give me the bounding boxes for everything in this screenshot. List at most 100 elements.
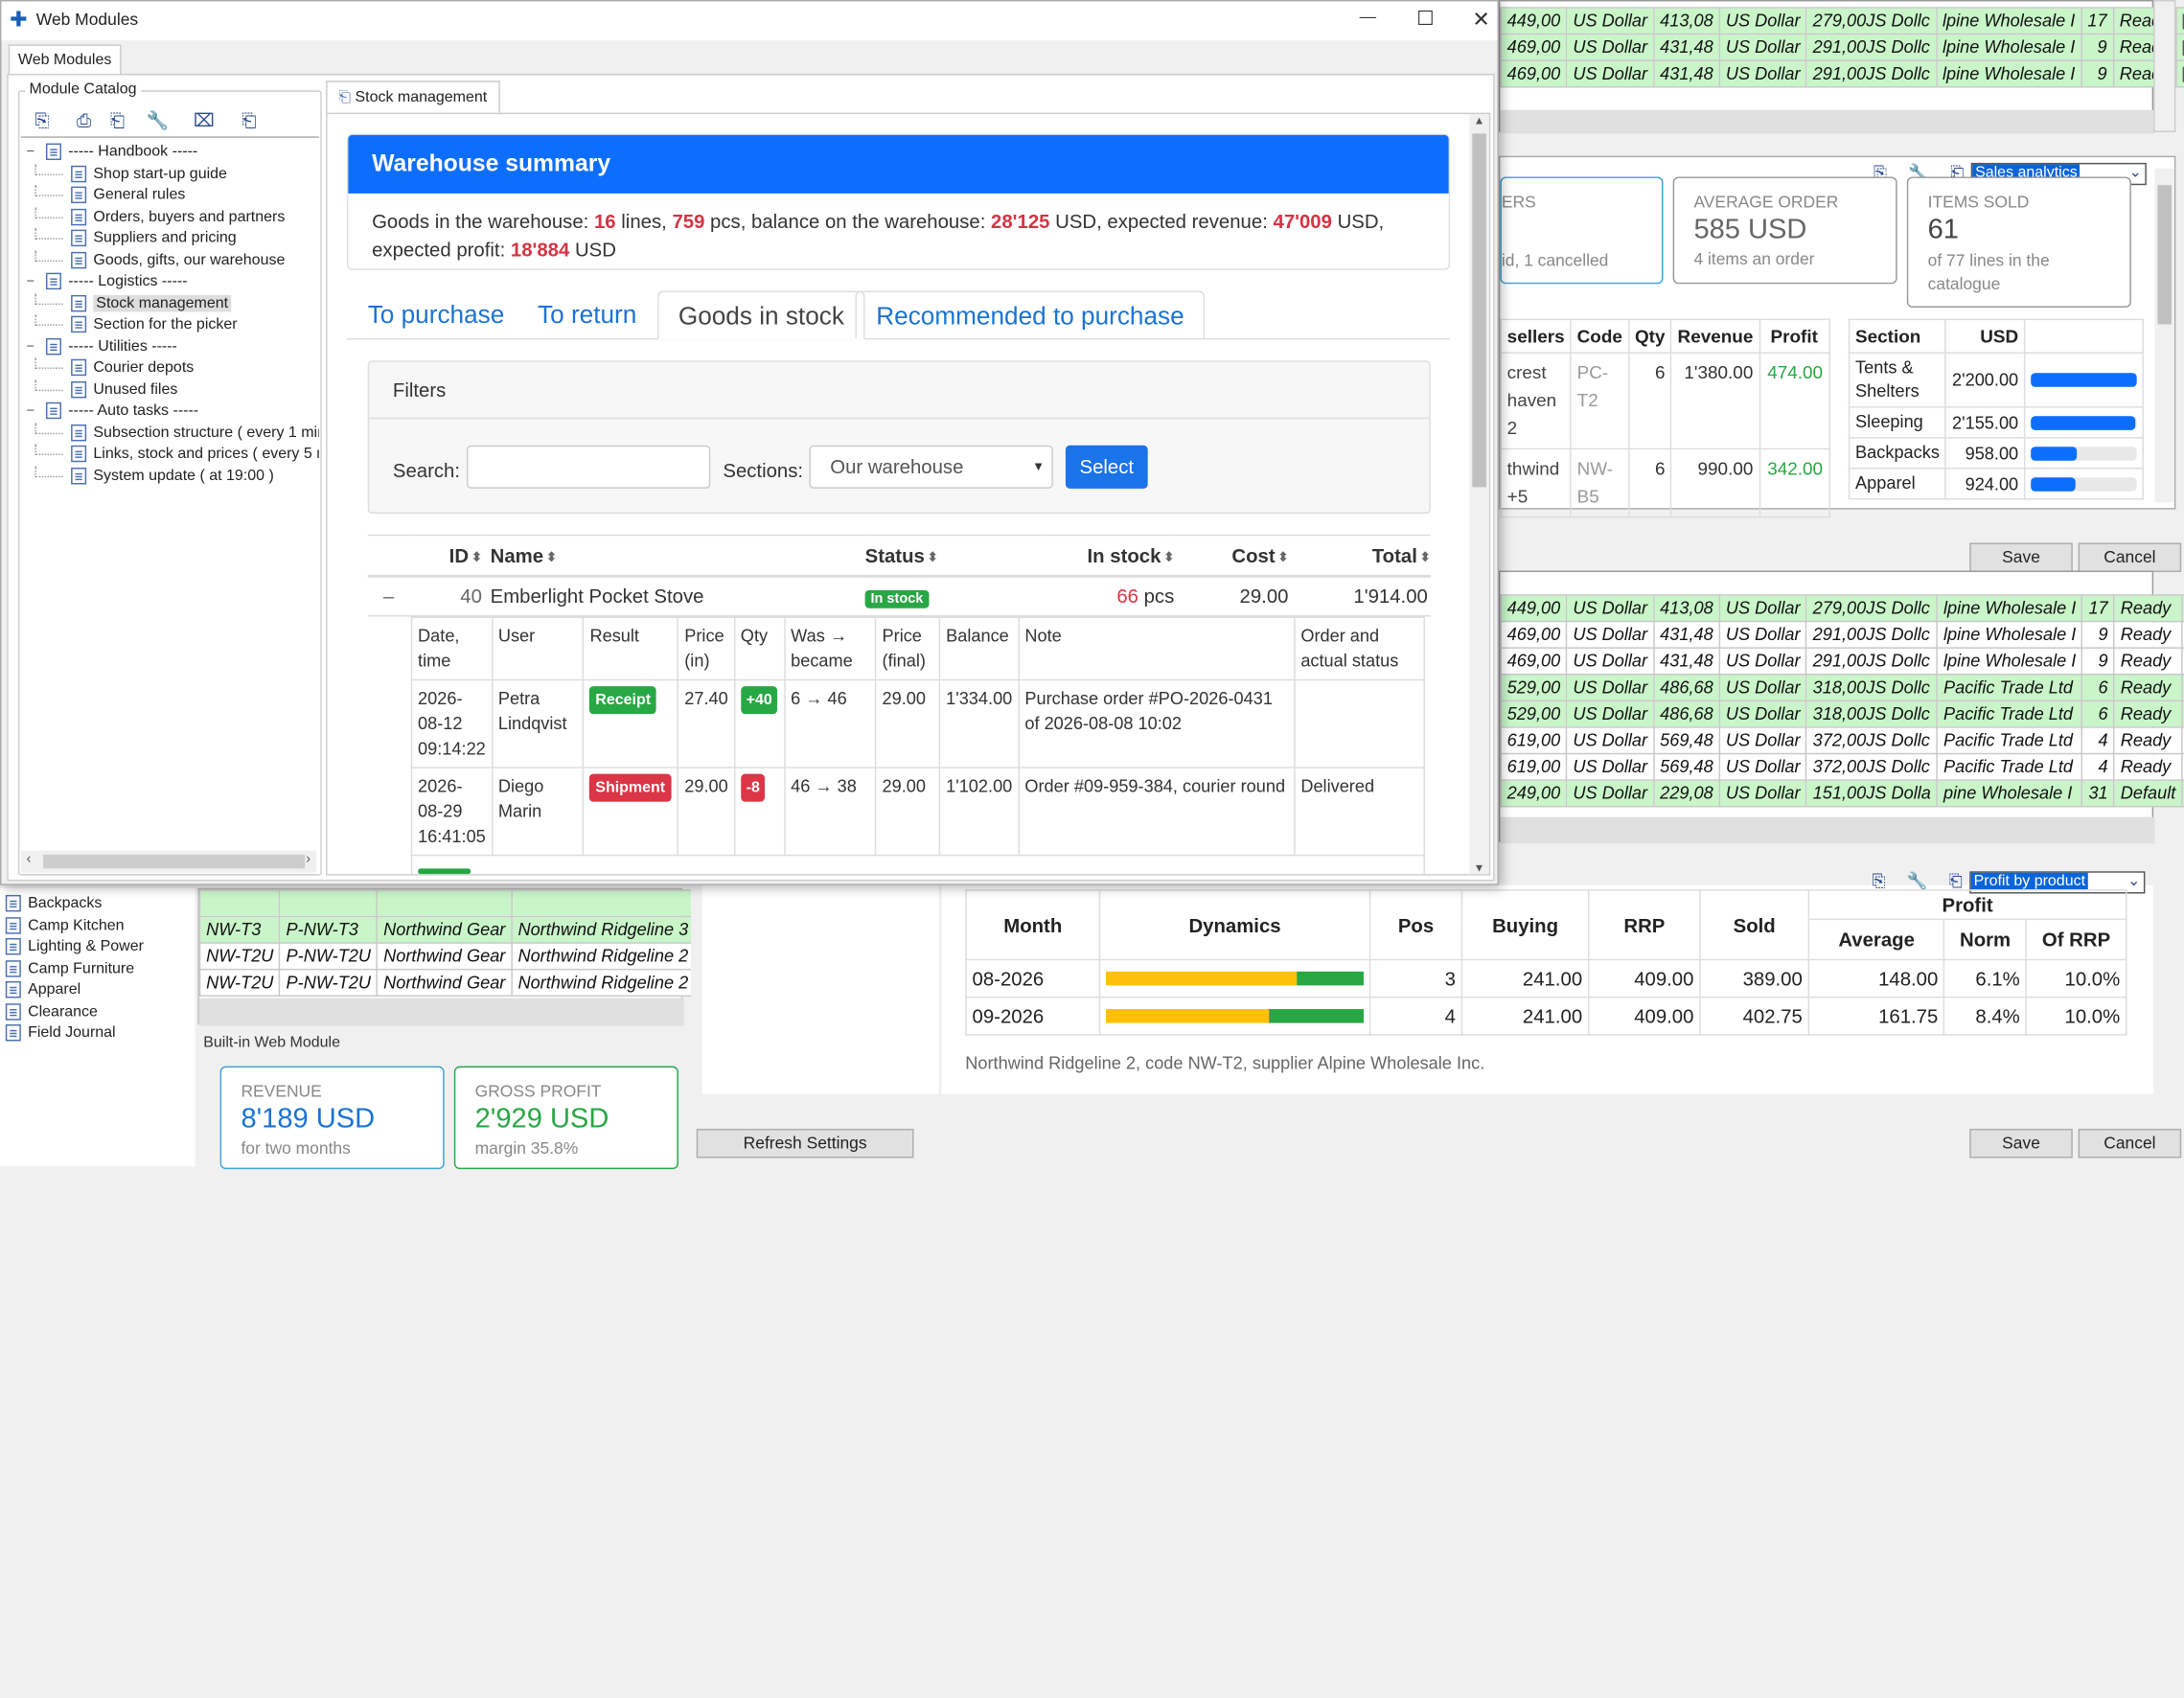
grid-row[interactable]: 619,00 US Dollar 569,48 US Dollar 372,00JS D… (1500, 726, 2184, 755)
document-icon (71, 251, 87, 268)
tree-connector (34, 422, 63, 434)
expand-toggle[interactable]: − (27, 401, 46, 423)
tab-to-return[interactable]: To return (518, 291, 656, 338)
tree-item[interactable]: Goods, gifts, our warehouse (27, 249, 319, 272)
grid-row[interactable]: 529,00 US Dollar 486,68 US Dollar 318,00JS D… (1500, 674, 2184, 702)
scrollbar[interactable] (2153, 0, 2176, 132)
grid-row[interactable]: 469,00 US Dollar 431,48 US Dollar 291,00JS D… (1500, 647, 2184, 676)
sort-id[interactable]: ID ⬍ (409, 535, 482, 575)
tab-stock-management[interactable]: ⎗ Stock management (326, 80, 500, 115)
tree-item[interactable]: Section for the picker (27, 314, 319, 336)
sort-stock[interactable]: In stock ⬍ (1041, 535, 1175, 575)
cancel-button[interactable]: Cancel (2078, 542, 2182, 572)
sort-name[interactable]: Name ⬍ (482, 535, 865, 575)
grid-row[interactable]: 529,00 US Dollar 486,68 US Dollar 318,00JS D… (1500, 700, 2184, 728)
category-list: Backpacks Camp Kitchen Lighting & Power Cam… (0, 887, 195, 1167)
tree-item-label: Section for the picker (93, 315, 238, 333)
catalog-toolbar: ⎘ ⎙ ⎗ 🔧 ⌧ ⎗ (34, 110, 256, 132)
progress-bar (2031, 446, 2137, 461)
grid-row[interactable]: 469,00 US Dollar 431,48 US Dollar 291,00JS D… (1500, 33, 2184, 61)
minimize-button[interactable]: — (1360, 7, 1376, 26)
save-button[interactable]: Save (1969, 1128, 2073, 1159)
grid-row[interactable]: 249,00 US Dollar 229,08 US Dollar 151,00JS D… (1500, 779, 2184, 808)
tree-item[interactable]: Suppliers and pricing (27, 228, 319, 250)
grid-row[interactable]: 449,00 US Dollar 413,08 US Dollar 279,00JS D… (1500, 7, 2184, 35)
grid-row[interactable]: NW-T2U P-NW-T2U Northwind Gear Northwind Ri… (198, 968, 723, 997)
document-icon (71, 165, 87, 182)
grid-row[interactable]: NW-T2U P-NW-T2U Northwind Gear Northwind Ri… (198, 942, 723, 971)
select-button[interactable]: Select (1065, 445, 1148, 489)
tab-web-modules[interactable]: Web Modules (8, 44, 122, 76)
grid-row[interactable]: 469,00 US Dollar 431,48 US Dollar 291,00JS D… (1500, 620, 2184, 649)
profit-row: 08-2026 3 241.00 409.00 389.00 148.00 6.1% 10.0… (965, 958, 2127, 998)
tree-item[interactable]: − ----- Logistics ----- (27, 271, 319, 293)
refresh-settings-button[interactable]: Refresh Settings (696, 1128, 914, 1159)
wrench-icon[interactable]: 🔧 (1907, 871, 1928, 890)
expand-toggle[interactable]: − (27, 271, 46, 293)
save-button[interactable]: Save (1969, 542, 2073, 572)
page-icon[interactable]: ⎗ (1949, 871, 1963, 890)
tab-goods-in-stock[interactable]: Goods in stock (657, 290, 865, 340)
cancel-button[interactable]: Cancel (2078, 1128, 2182, 1159)
sort-status[interactable]: Status ⬍ (865, 535, 1041, 575)
filters-title: Filters (369, 362, 1430, 420)
tree-item[interactable]: − ----- Handbook ----- (27, 142, 319, 164)
sort-total[interactable]: Total ⬍ (1288, 535, 1431, 575)
delete-icon[interactable]: ⌧ (194, 110, 215, 131)
tab-to-purchase[interactable]: To purchase (348, 291, 523, 338)
category-item[interactable]: Lighting & Power (0, 937, 195, 959)
revenue-card: REVENUE 8'189 USD for two months (219, 1066, 445, 1170)
grid-row[interactable]: NW-T3 P-NW-T3 Northwind Gear Northwind Ridg… (198, 915, 723, 944)
category-item[interactable]: Clearance (0, 1001, 195, 1023)
category-item[interactable]: Camp Furniture (0, 958, 195, 980)
document-icon (71, 380, 87, 398)
insert-icon[interactable]: ⎙ (77, 110, 91, 131)
grid-row[interactable]: 449,00 US Dollar 413,08 US Dollar 279,00JS D… (1500, 594, 2184, 623)
puzzle-icon: ✚ (10, 8, 28, 33)
maximize-button[interactable]: ☐ (1416, 7, 1434, 31)
tab-recommended[interactable]: Recommended to purchase (855, 290, 1206, 338)
tree-item[interactable]: Shop start-up guide (27, 163, 319, 186)
grid-row[interactable]: 469,00 US Dollar 431,48 US Dollar 291,00JS D… (1500, 59, 2184, 88)
tree-item[interactable]: Unused files (27, 379, 319, 402)
tree-hscrollbar[interactable]: ‹ › (20, 850, 316, 873)
scrollbar[interactable] (2154, 168, 2174, 503)
module-icon: ⎗ (338, 88, 352, 106)
content-scrollbar[interactable]: ▲ ▼ (1469, 114, 1489, 875)
scrollbar[interactable] (2153, 849, 2175, 865)
document-icon (71, 467, 87, 484)
duplicate-icon[interactable]: ⎗ (110, 110, 125, 131)
search-input[interactable] (466, 445, 711, 489)
collapse-toggle[interactable]: – (368, 576, 410, 616)
tree-item[interactable]: Links, stock and prices ( every 5 min (27, 444, 319, 466)
tree-item[interactable]: Courier depots (27, 357, 319, 379)
progress-fill (2031, 446, 2078, 461)
expand-toggle[interactable]: − (27, 336, 46, 358)
page-icon[interactable]: ⎗ (241, 110, 256, 131)
sections-select[interactable]: Our warehouse ▼ (809, 445, 1053, 489)
document-icon (5, 916, 21, 934)
average-order-card: AVERAGE ORDER 585 USD 4 items an order (1672, 176, 1897, 285)
seller-row: crest haven 2 PC-T2 6 1'380.00 474.00 (1500, 352, 1830, 450)
tree-item[interactable]: General rules (27, 185, 319, 207)
grid-row[interactable]: 619,00 US Dollar 569,48 US Dollar 372,00JS D… (1500, 752, 2184, 781)
tree-item[interactable]: − ----- Utilities ----- (27, 336, 319, 358)
tree-item[interactable]: − ----- Auto tasks ----- (27, 401, 319, 423)
sort-icon: ⬍ (1419, 549, 1431, 563)
expand-toggle[interactable]: − (27, 142, 46, 164)
tree-item[interactable]: System update ( at 19:00 ) (27, 465, 319, 488)
category-item[interactable]: Backpacks (0, 894, 195, 916)
tree-item[interactable]: Orders, buyers and partners (27, 206, 319, 229)
wrench-icon[interactable]: 🔧 (147, 110, 170, 131)
tree-item[interactable]: Stock management (27, 292, 319, 315)
copy-icon[interactable]: ⎘ (1873, 871, 1886, 890)
table-row[interactable]: – 40 Emberlight Pocket Stove In stock 66… (367, 576, 1431, 616)
title-bar: ✚ Web Modules — ☐ ✕ (1, 1, 1498, 41)
close-button[interactable]: ✕ (1472, 7, 1489, 33)
category-item[interactable]: Camp Kitchen (0, 915, 195, 937)
tree-item[interactable]: Subsection structure ( every 1 min ) (27, 422, 319, 445)
category-item[interactable]: Apparel (0, 980, 195, 1002)
sort-cost[interactable]: Cost ⬍ (1174, 535, 1288, 575)
category-item[interactable]: Field Journal (0, 1023, 195, 1045)
add-module-icon[interactable]: ⎘ (34, 110, 49, 131)
